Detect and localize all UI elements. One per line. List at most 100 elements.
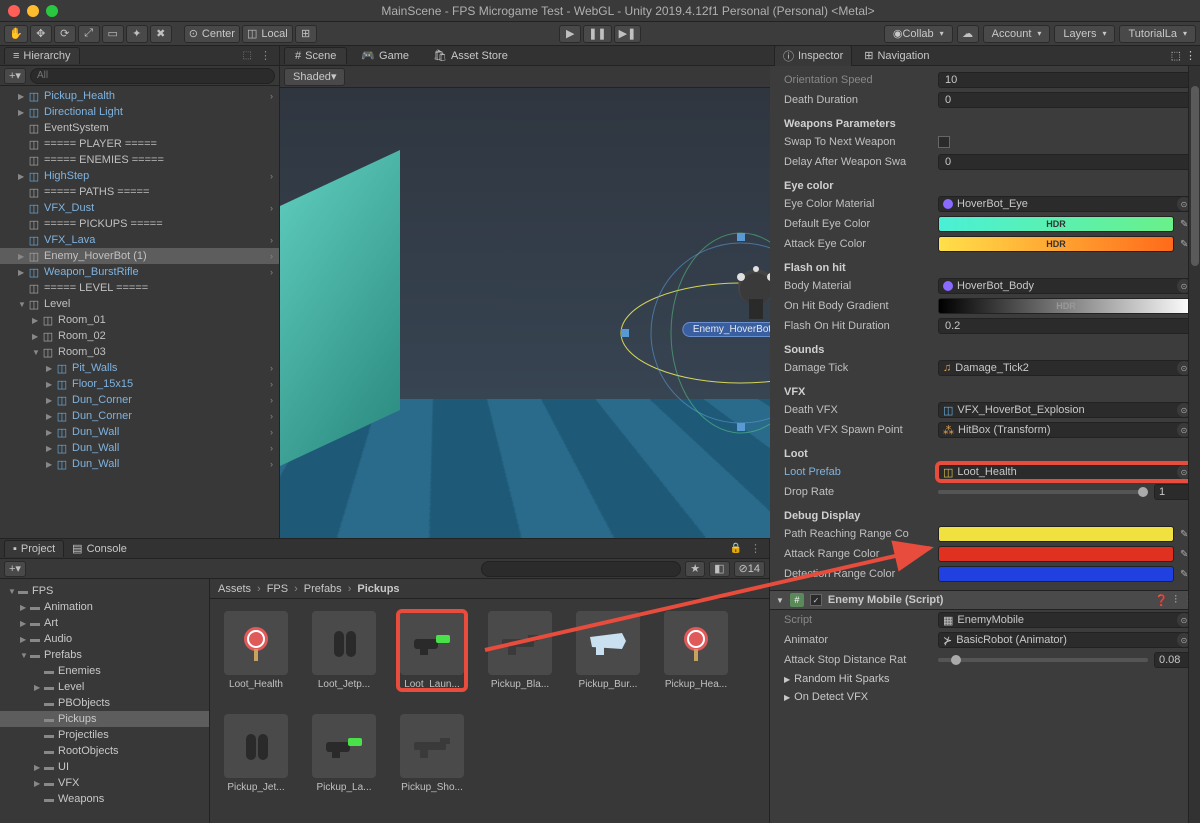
asset-thumbnail[interactable]: Pickup_Bla...: [486, 611, 554, 690]
inspector-lock-icon[interactable]: ⬚: [1171, 49, 1181, 62]
hierarchy-item[interactable]: ◫===== ENEMIES =====: [0, 152, 279, 168]
foldout-arrow-icon[interactable]: ▶: [46, 380, 56, 389]
folder-item[interactable]: ▬Pickups: [0, 711, 209, 727]
folder-item[interactable]: ▬Enemies: [0, 663, 209, 679]
hierarchy-item[interactable]: ◫VFX_Lava›: [0, 232, 279, 248]
foldout-arrow-icon[interactable]: ▼: [32, 348, 42, 357]
drop-rate-slider[interactable]: 1: [938, 484, 1194, 500]
project-search-input[interactable]: [481, 561, 681, 577]
breadcrumb-item[interactable]: Prefabs: [304, 583, 342, 595]
folder-item[interactable]: ▬Projectiles: [0, 727, 209, 743]
folder-item[interactable]: ▶▬Animation: [0, 599, 209, 615]
hit-gradient-swatch[interactable]: HDR: [938, 298, 1194, 314]
hierarchy-item[interactable]: ▶◫Dun_Wall›: [0, 424, 279, 440]
foldout-arrow-icon[interactable]: ▼: [18, 300, 28, 309]
hierarchy-item[interactable]: ▶◫Dun_Wall›: [0, 456, 279, 472]
foldout-arrow-icon[interactable]: ▶: [34, 683, 44, 692]
prefab-chevron-icon[interactable]: ›: [270, 363, 273, 373]
rect-tool-button[interactable]: ▭: [102, 25, 124, 43]
folder-item[interactable]: ▶▬UI: [0, 759, 209, 775]
inspector-panel-menu-button[interactable]: ⋮: [1185, 49, 1196, 62]
space-mode-button[interactable]: ◫Local: [242, 25, 293, 43]
help-icon[interactable]: ❓: [1155, 594, 1169, 607]
hierarchy-item[interactable]: ▶◫Dun_Wall›: [0, 440, 279, 456]
hierarchy-item[interactable]: ▶◫Pickup_Health›: [0, 88, 279, 104]
folder-item[interactable]: ▶▬Art: [0, 615, 209, 631]
foldout-arrow-icon[interactable]: ▶: [18, 268, 28, 277]
project-create-dropdown[interactable]: +▾: [4, 561, 26, 577]
snap-button[interactable]: ⊞: [295, 25, 317, 43]
death-vfx-field[interactable]: ◫VFX_HoverBot_Explosion⊙: [938, 402, 1194, 418]
asset-grid[interactable]: Loot_HealthLoot_Jetp...Loot_Laun...Picku…: [210, 599, 769, 823]
hierarchy-item[interactable]: ▶◫Weapon_BurstRifle›: [0, 264, 279, 280]
hierarchy-item[interactable]: ▶◫Pit_Walls›: [0, 360, 279, 376]
transform-tool-button[interactable]: ✦: [126, 25, 148, 43]
hierarchy-item[interactable]: ◫===== LEVEL =====: [0, 280, 279, 296]
collab-dropdown[interactable]: ◉ Collab: [884, 25, 953, 43]
asset-thumbnail[interactable]: Pickup_La...: [310, 714, 378, 793]
folder-item[interactable]: ▬Weapons: [0, 791, 209, 807]
play-button[interactable]: ▶: [559, 25, 581, 43]
hierarchy-item[interactable]: ◫===== PATHS =====: [0, 184, 279, 200]
death-duration-field[interactable]: 0: [938, 92, 1194, 108]
random-hit-sparks-foldout[interactable]: ▶Random Hit Sparks: [784, 670, 1194, 688]
hierarchy-item[interactable]: ▶◫Dun_Corner›: [0, 408, 279, 424]
body-material-field[interactable]: HoverBot_Body⊙: [938, 278, 1194, 294]
on-detect-vfx-foldout[interactable]: ▶On Detect VFX: [784, 688, 1194, 706]
layout-dropdown[interactable]: TutorialLa: [1119, 25, 1196, 43]
foldout-arrow-icon[interactable]: ▶: [20, 603, 30, 612]
foldout-arrow-icon[interactable]: ▶: [20, 635, 30, 644]
preset-icon[interactable]: ⫶: [1174, 594, 1177, 607]
foldout-arrow-icon[interactable]: ▶: [46, 364, 56, 373]
folder-item[interactable]: ▼▬Prefabs: [0, 647, 209, 663]
component-enabled-checkbox[interactable]: ✓: [810, 594, 822, 606]
prefab-chevron-icon[interactable]: ›: [270, 427, 273, 437]
detection-color-swatch[interactable]: [938, 566, 1174, 582]
loot-prefab-field[interactable]: ◫Loot_Health⊙: [938, 464, 1194, 480]
filter-favorites-button[interactable]: ★: [685, 561, 705, 577]
rotate-tool-button[interactable]: ⟳: [54, 25, 76, 43]
foldout-arrow-icon[interactable]: ▶: [34, 763, 44, 772]
hierarchy-tab[interactable]: ≡ Hierarchy: [4, 47, 80, 64]
project-panel-menu-button[interactable]: ⋮: [746, 542, 765, 555]
panel-menu-button[interactable]: ⋮: [256, 49, 275, 62]
foldout-arrow-icon[interactable]: ▼: [8, 587, 18, 596]
death-spawn-field[interactable]: ⁂HitBox (Transform)⊙: [938, 422, 1194, 438]
game-tab[interactable]: 🎮 Game: [351, 47, 419, 64]
project-folder-tree[interactable]: ▼▬FPS▶▬Animation▶▬Art▶▬Audio▼▬Prefabs▬En…: [0, 579, 210, 823]
project-tab[interactable]: ▪ Project: [4, 540, 64, 557]
swap-weapon-checkbox[interactable]: [938, 136, 950, 148]
prefab-chevron-icon[interactable]: ›: [270, 379, 273, 389]
hierarchy-item[interactable]: ▶◫Enemy_HoverBot (1)›: [0, 248, 279, 264]
foldout-arrow-icon[interactable]: ▶: [32, 316, 42, 325]
path-color-swatch[interactable]: [938, 526, 1174, 542]
foldout-arrow-icon[interactable]: ▶: [46, 412, 56, 421]
folder-item[interactable]: ▼▬FPS: [0, 583, 209, 599]
hierarchy-item[interactable]: ▶◫Dun_Corner›: [0, 392, 279, 408]
breadcrumb-item[interactable]: Pickups: [357, 583, 399, 595]
layers-dropdown[interactable]: Layers: [1054, 25, 1115, 43]
lock-icon[interactable]: ⬚: [243, 50, 252, 61]
foldout-arrow-icon[interactable]: ▶: [18, 172, 28, 181]
scene-tab[interactable]: # Scene: [284, 47, 347, 64]
prefab-chevron-icon[interactable]: ›: [270, 459, 273, 469]
step-button[interactable]: ▶❚: [614, 25, 642, 43]
animator-field[interactable]: ⊁BasicRobot (Animator)⊙: [938, 632, 1194, 648]
filter-type-button[interactable]: ◧: [709, 561, 729, 577]
hierarchy-item[interactable]: ▶◫Floor_15x15›: [0, 376, 279, 392]
console-tab[interactable]: ▤ Console: [64, 540, 135, 557]
minimize-window-button[interactable]: [27, 5, 39, 17]
foldout-arrow-icon[interactable]: ▶: [46, 428, 56, 437]
asset-thumbnail[interactable]: Pickup_Sho...: [398, 714, 466, 793]
foldout-arrow-icon[interactable]: ▶: [46, 396, 56, 405]
folder-item[interactable]: ▬RootObjects: [0, 743, 209, 759]
asset-thumbnail[interactable]: Loot_Laun...: [398, 611, 466, 690]
folder-item[interactable]: ▶▬Level: [0, 679, 209, 695]
prefab-chevron-icon[interactable]: ›: [270, 411, 273, 421]
enemy-mobile-component-header[interactable]: ▼ # ✓ Enemy Mobile (Script) ❓ ⫶ ⋮: [770, 590, 1200, 610]
foldout-arrow-icon[interactable]: ▶: [18, 92, 28, 101]
pause-button[interactable]: ❚❚: [583, 25, 611, 43]
asset-thumbnail[interactable]: Loot_Jetp...: [310, 611, 378, 690]
hierarchy-tree[interactable]: ▶◫Pickup_Health›▶◫Directional Light◫Even…: [0, 86, 279, 538]
asset-store-tab[interactable]: 🛍 Asset Store: [423, 47, 518, 64]
